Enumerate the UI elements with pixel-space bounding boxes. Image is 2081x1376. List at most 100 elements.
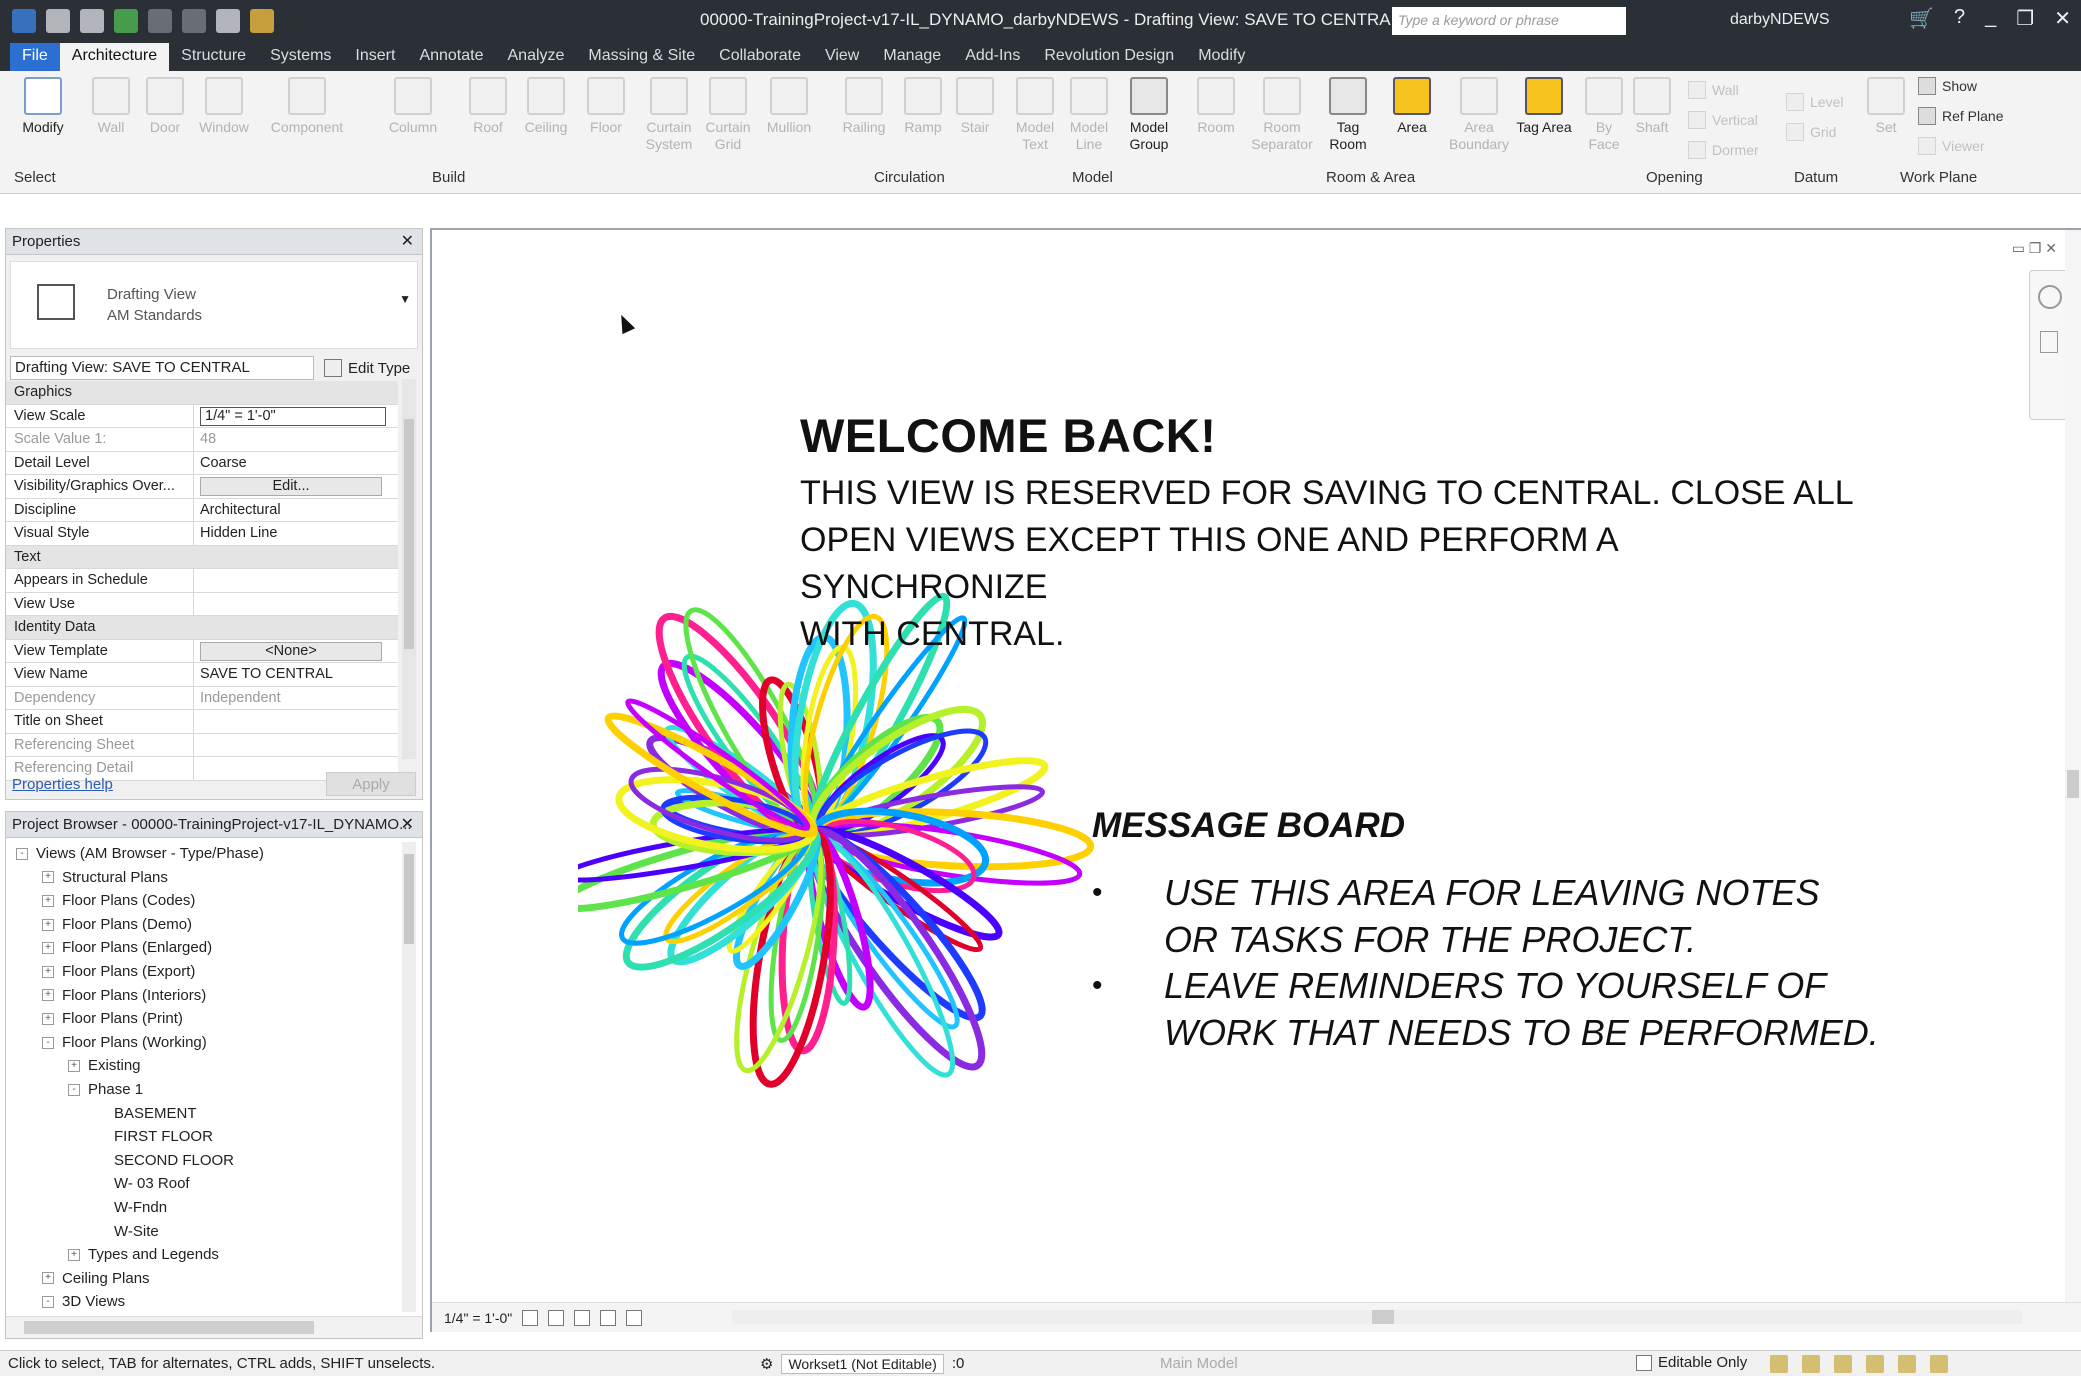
tab-architecture[interactable]: Architecture (59, 43, 170, 71)
model-text-button[interactable]: Model Text (1010, 77, 1060, 153)
property-row[interactable]: View Scale 1/4" = 1'-0" (6, 404, 398, 428)
tree-node[interactable]: + Floor Plans (Interiors) (10, 984, 422, 1008)
property-group[interactable]: Graphics (6, 381, 398, 405)
curtain-grid-button[interactable]: Curtain Grid (700, 77, 756, 153)
navigation-bar[interactable] (2029, 270, 2069, 420)
expand-icon[interactable]: + (68, 1060, 80, 1073)
expand-icon[interactable]: + (42, 942, 54, 955)
tree-node-label[interactable]: Phase 1 (88, 1078, 143, 1102)
property-row[interactable]: View Name SAVE TO CENTRAL (6, 663, 398, 687)
tree-node-label[interactable]: W-Site (114, 1220, 159, 1244)
help-icon[interactable]: ? (1954, 6, 1965, 31)
expand-icon[interactable]: + (42, 1272, 54, 1285)
chevron-down-icon[interactable]: ▼ (399, 292, 411, 306)
tab-revolution-design[interactable]: Revolution Design (1032, 43, 1186, 71)
select-pinned-icon[interactable] (1834, 1355, 1852, 1373)
tree-node[interactable]: + Floor Plans (Enlarged) (10, 936, 422, 960)
property-value-cell[interactable] (194, 710, 398, 733)
show-button[interactable]: Show (1918, 77, 1977, 95)
browser-hscrollbar[interactable] (6, 1316, 422, 1338)
collapse-icon[interactable]: - (42, 1296, 54, 1309)
tree-node[interactable]: + Existing (10, 1054, 422, 1078)
tree-node-label[interactable]: Floor Plans (Codes) (62, 889, 195, 913)
tree-node-label[interactable]: Views (AM Browser - Type/Phase) (36, 842, 264, 866)
property-value[interactable]: Independent (200, 690, 281, 706)
tree-node[interactable]: SECOND FLOOR (10, 1149, 422, 1173)
wall-button[interactable]: Wall (86, 77, 136, 136)
roof-button[interactable]: Roof (462, 77, 514, 136)
app-menu-icon[interactable] (12, 8, 36, 33)
workset-dropdown[interactable]: Workset1 (Not Editable) (781, 1353, 944, 1374)
select-underlay-icon[interactable] (1802, 1355, 1820, 1373)
workset-control[interactable]: ⚙ Workset1 (Not Editable) :0 (760, 1353, 1060, 1374)
property-row[interactable]: View Use (6, 592, 398, 616)
steering-wheel-icon[interactable] (2038, 285, 2062, 309)
tree-node[interactable]: + Floor Plans (Print) (10, 1007, 422, 1031)
measure-icon[interactable] (250, 8, 274, 33)
close-icon[interactable]: ✕ (2054, 6, 2071, 31)
tree-node-label[interactable]: Ceiling Plans (62, 1267, 150, 1291)
shaft-button[interactable]: Shaft (1628, 77, 1676, 136)
dormer-button[interactable]: Dormer (1688, 141, 1759, 159)
property-button[interactable]: <None> (200, 641, 382, 661)
railing-button[interactable]: Railing (836, 77, 892, 136)
expand-icon[interactable]: + (68, 1248, 80, 1261)
property-value[interactable]: Hidden Line (200, 525, 277, 541)
property-row[interactable]: Detail Level Coarse (6, 451, 398, 475)
tree-node[interactable]: + Ceiling Plans (10, 1267, 422, 1291)
room-separator-button[interactable]: Room Separator (1244, 77, 1320, 153)
zoom-icon[interactable] (2040, 331, 2058, 353)
level-button[interactable]: Level (1786, 93, 1843, 111)
tree-node[interactable]: - Floor Plans (Working) (10, 1031, 422, 1055)
property-group[interactable]: Identity Data (6, 616, 398, 640)
mullion-button[interactable]: Mullion (760, 77, 818, 136)
window-button[interactable]: Window (194, 77, 254, 136)
ceiling-button[interactable]: Ceiling (516, 77, 576, 136)
save-icon[interactable] (80, 8, 104, 33)
undo-icon[interactable] (148, 8, 172, 33)
property-row[interactable]: Visual Style Hidden Line (6, 522, 398, 546)
tree-node-label[interactable]: Floor Plans (Working) (62, 1031, 207, 1055)
tree-node-label[interactable]: FIRST FLOOR (114, 1125, 213, 1149)
scroll-thumb[interactable] (24, 1321, 314, 1334)
tree-node[interactable]: BASEMENT (10, 1102, 422, 1126)
property-value-cell[interactable]: SAVE TO CENTRAL (194, 663, 398, 686)
tree-node[interactable]: + Floor Plans (Codes) (10, 889, 422, 913)
component-button[interactable]: Component (262, 77, 352, 136)
viewer-button[interactable]: Viewer (1918, 137, 1985, 155)
scroll-thumb[interactable] (1372, 1310, 1394, 1324)
tab-collaborate[interactable]: Collaborate (707, 43, 813, 71)
property-value-cell[interactable]: <None> (194, 640, 398, 663)
tree-node-label[interactable]: W- 03 Roof (114, 1172, 190, 1196)
opening-wall-button[interactable]: Wall (1688, 81, 1739, 99)
ramp-button[interactable]: Ramp (898, 77, 948, 136)
model-group-button[interactable]: Model Group (1118, 77, 1180, 153)
property-value-cell[interactable]: Independent (194, 687, 398, 710)
collapse-icon[interactable]: - (16, 847, 28, 860)
property-value[interactable]: Architectural (200, 502, 281, 518)
design-option[interactable]: Main Model (1160, 1355, 1380, 1372)
detail-level-icon[interactable] (522, 1309, 539, 1326)
properties-scrollbar[interactable] (402, 379, 416, 759)
collapse-icon[interactable]: - (42, 1036, 54, 1049)
stair-button[interactable]: Stair (950, 77, 1000, 136)
property-row[interactable]: View Template <None> (6, 639, 398, 663)
tree-node-label[interactable]: 3D Views (62, 1290, 125, 1314)
sync-icon[interactable] (114, 8, 138, 33)
tab-add-ins[interactable]: Add-Ins (953, 43, 1032, 71)
sun-path-icon[interactable] (574, 1309, 591, 1326)
search-input[interactable]: Type a keyword or phrase (1392, 7, 1626, 35)
apply-button[interactable]: Apply (326, 772, 416, 796)
property-row[interactable]: Appears in Schedule (6, 569, 398, 593)
tree-node-label[interactable]: Structural Plans (62, 866, 168, 890)
view-vscrollbar[interactable] (2065, 230, 2081, 1320)
property-value[interactable]: 48 (200, 431, 216, 447)
grid-button[interactable]: Grid (1786, 123, 1836, 141)
expand-icon[interactable]: + (42, 1012, 54, 1025)
tree-node-label[interactable]: W-Fndn (114, 1196, 167, 1220)
filter-icon[interactable] (1930, 1355, 1948, 1373)
editable-only-toggle[interactable]: Editable Only (1636, 1354, 1747, 1371)
visual-style-icon[interactable] (548, 1309, 565, 1326)
tree-node[interactable]: + Floor Plans (Demo) (10, 913, 422, 937)
tab-systems[interactable]: Systems (258, 43, 343, 71)
